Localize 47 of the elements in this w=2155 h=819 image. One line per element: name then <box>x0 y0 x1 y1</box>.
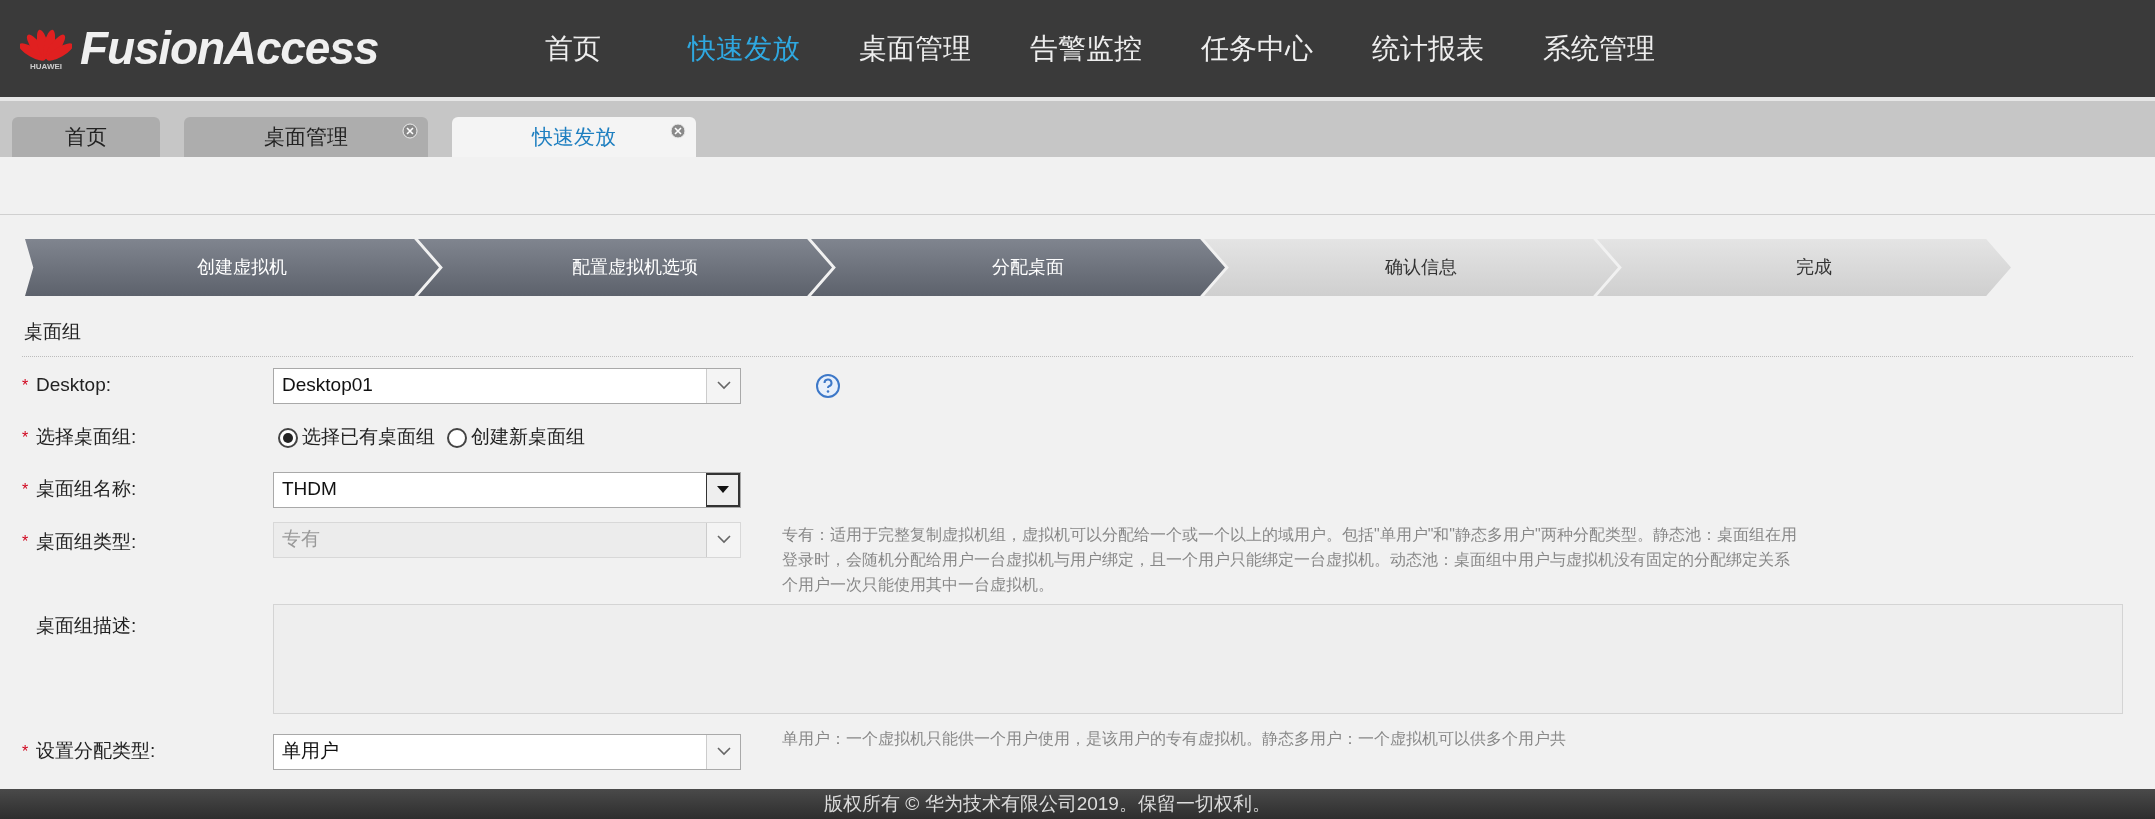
logo-brand: HUAWEI <box>30 62 62 71</box>
radio-option[interactable]: 选择已有桌面组 <box>278 423 435 452</box>
wizard-step: 创建虚拟机 <box>25 239 439 296</box>
select-value: THDM <box>281 477 338 502</box>
nav-link[interactable]: 快速发放 <box>674 27 814 70</box>
required-mark: * <box>22 741 30 762</box>
page-tab[interactable]: 快速发放 <box>452 117 696 157</box>
wizard-step: 完成 <box>1597 239 2011 296</box>
required-mark: * <box>22 479 30 500</box>
field-label: 设置分配类型: <box>36 739 156 764</box>
hint-text: 登录时，会随机分配给用户一台虚拟机与用户绑定，且一个用户只能绑定一台虚拟机。动态池：桌面组中用户与虚拟机没有固定的分配绑定关系 <box>782 549 1791 570</box>
hint-text: 专有：适用于完整复制虚拟机组，虚拟机可以分配给一个或一个以上的域用户。包括"单用户"和"静态多用户"两种分配类型。静态池：桌面组在用 <box>782 524 1797 545</box>
page-tab[interactable]: 桌面管理 <box>184 117 428 157</box>
required-mark: * <box>22 531 30 552</box>
field-label: 桌面组描述: <box>36 613 137 638</box>
nav-link[interactable]: 首页 <box>503 27 643 70</box>
nav-link[interactable]: 任务中心 <box>1187 27 1327 70</box>
field-label: 桌面组类型: <box>36 529 137 554</box>
wizard-step: 配置虚拟机选项 <box>418 239 832 296</box>
wizard-step: 确认信息 <box>1204 239 1618 296</box>
product-title: FusionAccess <box>80 21 379 76</box>
dropdown-arrow-icon <box>715 485 730 494</box>
page-tab[interactable]: 首页 <box>12 117 160 157</box>
help-icon[interactable] <box>815 372 841 399</box>
nav-link[interactable]: 桌面管理 <box>845 27 985 70</box>
required-mark: * <box>22 375 30 396</box>
field-label: 桌面组名称: <box>36 477 137 502</box>
field-label: 选择桌面组: <box>36 425 137 450</box>
select-field[interactable]: Desktop01 <box>273 367 741 404</box>
select-field[interactable]: THDM <box>273 471 741 508</box>
copyright-text: 版权所有 © 华为技术有限公司2019。保留一切权利。 <box>824 791 1272 816</box>
select-value: 单用户 <box>281 739 340 764</box>
select-value: Desktop01 <box>281 373 374 398</box>
field-label: Desktop: <box>36 373 111 398</box>
wizard-step: 分配桌面 <box>811 239 1225 296</box>
nav-link[interactable]: 告警监控 <box>1016 27 1156 70</box>
select-value: 专有 <box>281 527 321 552</box>
radio-option[interactable]: 创建新桌面组 <box>447 423 585 452</box>
nav-link[interactable]: 统计报表 <box>1358 27 1498 70</box>
hint-text: 单用户：一个虚拟机只能供一个用户使用，是该用户的专有虚拟机。静态多用户：一个虚拟机可以供多个用户共 <box>782 728 1566 749</box>
section-title: 桌面组 <box>23 321 81 342</box>
required-mark: * <box>22 427 30 448</box>
hint-text: 个用户一次只能使用其中一台虚拟机。 <box>782 574 1055 595</box>
close-icon[interactable] <box>402 123 418 139</box>
select-field[interactable]: 单用户 <box>273 733 741 770</box>
close-icon[interactable] <box>670 123 686 139</box>
nav-link[interactable]: 系统管理 <box>1529 27 1669 70</box>
